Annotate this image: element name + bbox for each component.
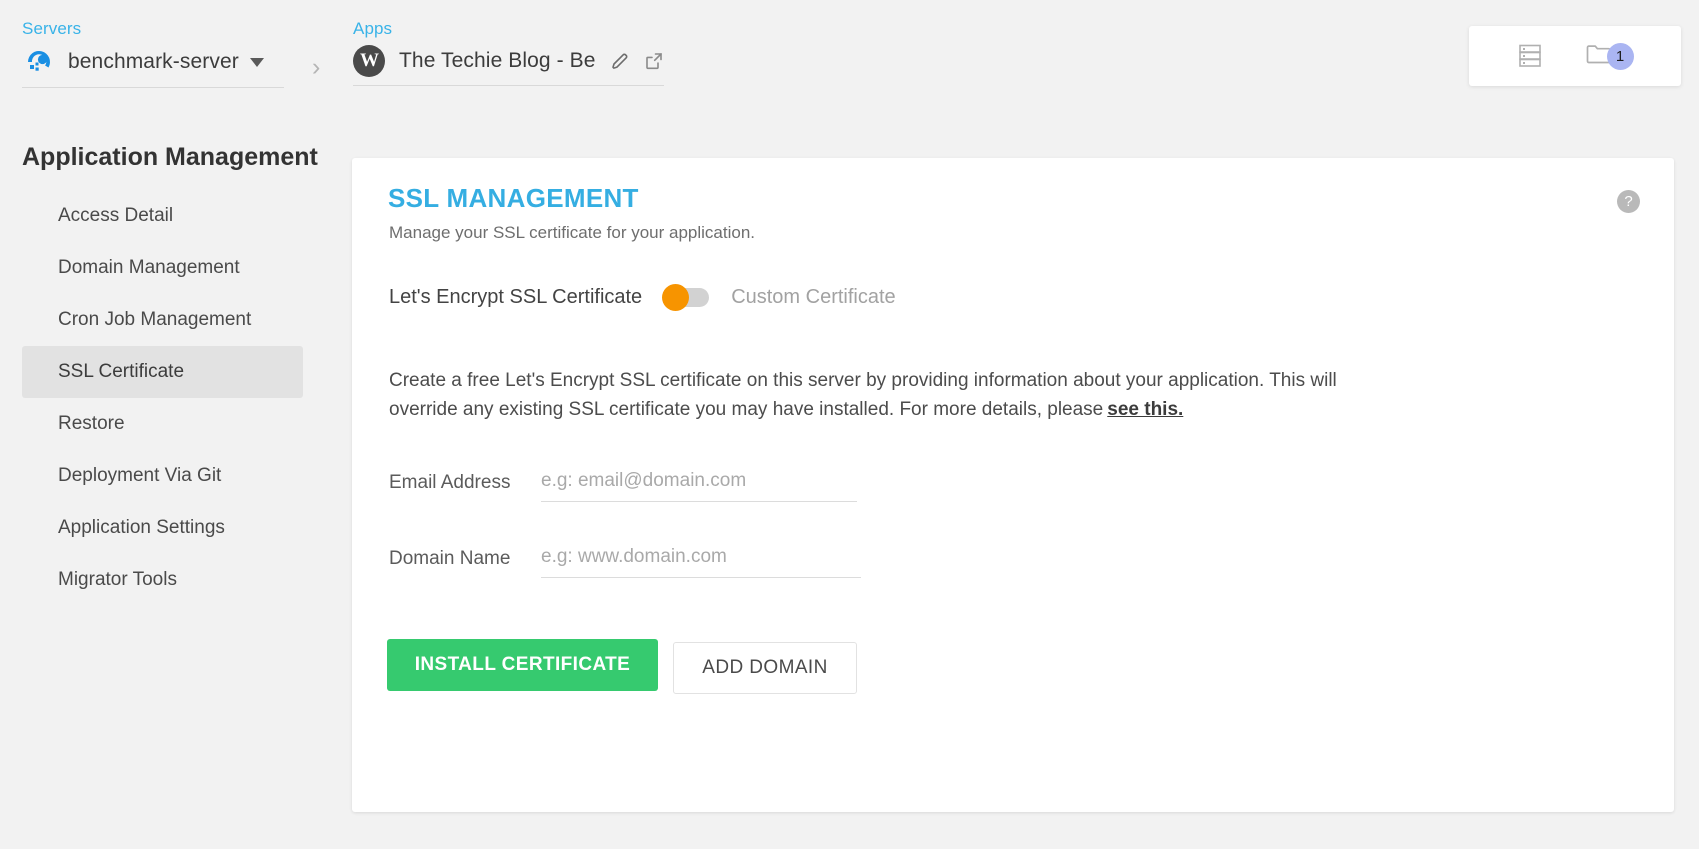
page-title: SSL MANAGEMENT xyxy=(388,183,639,213)
breadcrumb-apps: Apps The Techie Blog - Be xyxy=(353,18,664,86)
wordpress-logo-icon xyxy=(353,45,385,77)
server-selector[interactable]: benchmark-server xyxy=(22,45,284,88)
toggle-label-lets-encrypt[interactable]: Let's Encrypt SSL Certificate xyxy=(389,286,642,309)
folder-with-count[interactable]: 1 xyxy=(1585,41,1634,72)
ssl-description-text: Create a free Let's Encrypt SSL certific… xyxy=(389,370,1337,420)
ssl-management-card: SSL MANAGEMENT Manage your SSL certifica… xyxy=(352,158,1674,812)
app-name: The Techie Blog - Be xyxy=(399,49,596,72)
sidebar-title: Application Management xyxy=(22,143,318,171)
server-stack-icon[interactable] xyxy=(1517,42,1543,70)
breadcrumb-servers-label: Servers xyxy=(22,19,82,38)
toggle-knob xyxy=(662,284,690,311)
external-link-icon[interactable] xyxy=(644,51,664,71)
domain-name-input[interactable] xyxy=(541,546,861,578)
cloudways-logo-icon xyxy=(22,45,56,79)
pencil-icon[interactable] xyxy=(610,51,630,71)
domain-name-field-row: Domain Name xyxy=(389,546,861,578)
action-button-row: INSTALL CERTIFICATE ADD DOMAIN xyxy=(387,639,857,694)
email-address-field-row: Email Address xyxy=(389,470,857,502)
app-selector[interactable]: The Techie Blog - Be xyxy=(353,45,664,86)
page-subtitle: Manage your SSL certificate for your app… xyxy=(389,223,756,242)
certificate-type-toggle[interactable] xyxy=(662,284,710,311)
sidebar-item-migrator-tools[interactable]: Migrator Tools xyxy=(22,554,303,606)
sidebar: Application Management Access Detail Dom… xyxy=(0,140,325,606)
folder-count-badge: 1 xyxy=(1606,42,1634,70)
breadcrumb-apps-label: Apps xyxy=(353,19,393,38)
sidebar-item-deployment-via-git[interactable]: Deployment Via Git xyxy=(22,450,303,502)
sidebar-item-domain-management[interactable]: Domain Management xyxy=(22,242,303,294)
help-icon[interactable]: ? xyxy=(1617,190,1640,213)
top-breadcrumb-bar: Servers benchmark-server › Apps The Tech… xyxy=(0,0,1699,130)
server-name: benchmark-server xyxy=(68,50,239,73)
see-this-link[interactable]: see this. xyxy=(1107,399,1183,420)
ssl-description: Create a free Let's Encrypt SSL certific… xyxy=(389,366,1344,424)
domain-name-label: Domain Name xyxy=(389,548,511,569)
sidebar-item-restore[interactable]: Restore xyxy=(22,398,303,450)
top-right-panel: 1 xyxy=(1469,26,1681,86)
breadcrumb-servers: Servers benchmark-server xyxy=(22,18,284,88)
sidebar-item-cron-job-management[interactable]: Cron Job Management xyxy=(22,294,303,346)
breadcrumb-separator: › xyxy=(312,53,321,81)
certificate-type-toggle-row: Let's Encrypt SSL Certificate Custom Cer… xyxy=(389,284,896,311)
add-domain-button[interactable]: ADD DOMAIN xyxy=(673,642,857,694)
install-certificate-button[interactable]: INSTALL CERTIFICATE xyxy=(387,639,658,691)
sidebar-item-access-detail[interactable]: Access Detail xyxy=(22,190,303,242)
chevron-down-icon[interactable] xyxy=(249,57,264,67)
email-address-label: Email Address xyxy=(389,472,511,493)
email-address-input[interactable] xyxy=(541,470,857,502)
sidebar-item-application-settings[interactable]: Application Settings xyxy=(22,502,303,554)
toggle-label-custom-certificate[interactable]: Custom Certificate xyxy=(731,286,896,309)
sidebar-item-ssl-certificate[interactable]: SSL Certificate xyxy=(22,346,303,398)
